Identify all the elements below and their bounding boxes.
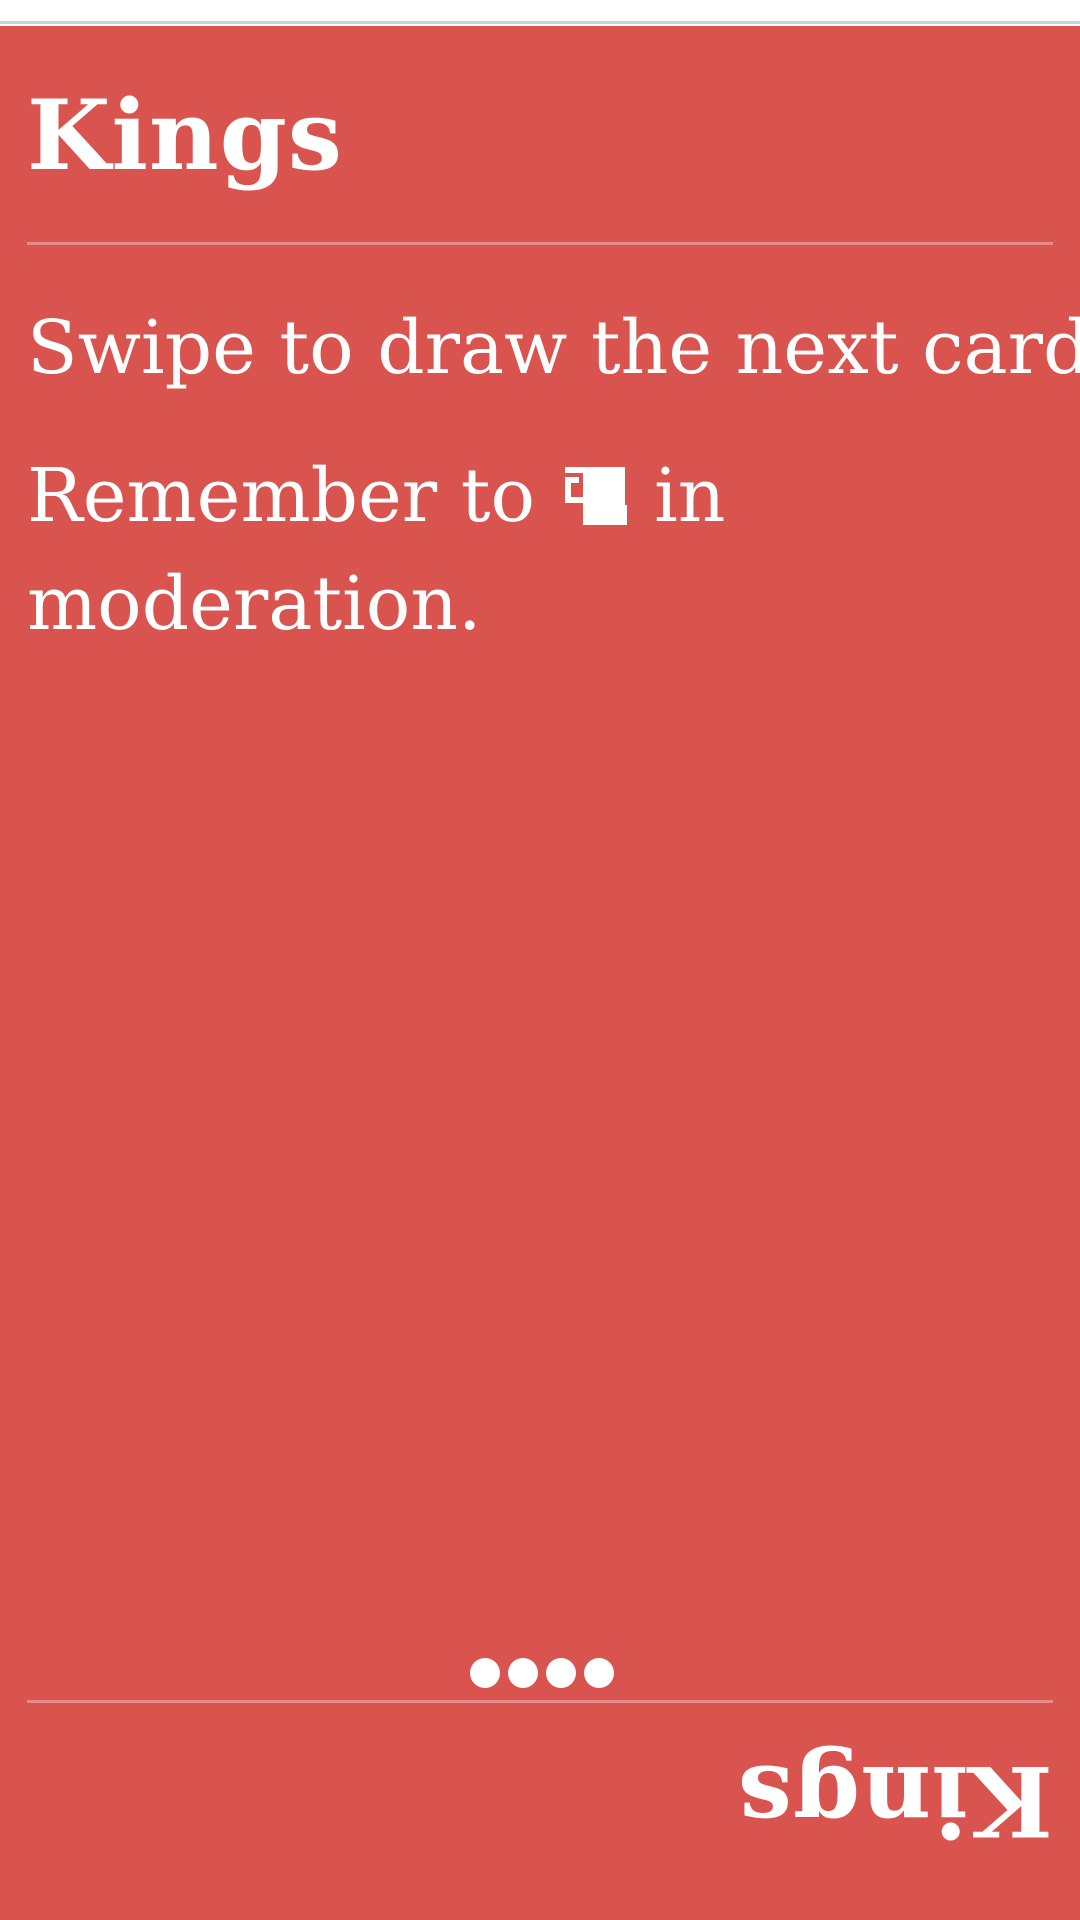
page-dot xyxy=(470,1658,500,1688)
moderation-reminder: Remember to in moderation. xyxy=(27,442,767,658)
status-bar xyxy=(0,0,1080,24)
swipe-instruction: Swipe to draw the next card. xyxy=(27,305,1080,391)
drink-icon xyxy=(563,448,627,525)
page-dot xyxy=(508,1658,538,1688)
top-divider xyxy=(27,242,1053,245)
page-indicator xyxy=(470,1658,614,1688)
page-dot xyxy=(584,1658,614,1688)
card-title: Kings xyxy=(27,79,343,192)
card-title-flipped: Kings xyxy=(737,1744,1053,1857)
game-card[interactable]: Kings Swipe to draw the next card. Remem… xyxy=(0,26,1080,1920)
page-dot xyxy=(546,1658,576,1688)
reminder-text-start: Remember to xyxy=(27,453,535,539)
bottom-divider xyxy=(27,1700,1053,1703)
